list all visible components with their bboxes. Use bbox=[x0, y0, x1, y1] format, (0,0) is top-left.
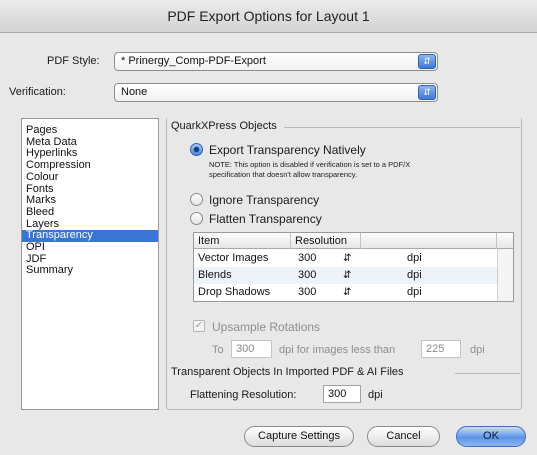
cancel-button[interactable]: Cancel bbox=[367, 426, 440, 447]
sidebar-item-colour[interactable]: Colour bbox=[22, 171, 158, 184]
row-stepper-icon[interactable]: ⇵ bbox=[343, 267, 351, 284]
imported-objects-title: Transparent Objects In Imported PDF & AI… bbox=[171, 366, 404, 378]
upsample-checkbox[interactable]: ✓ bbox=[193, 320, 205, 332]
export-native-radio[interactable] bbox=[190, 143, 203, 156]
flatten-transparency-label[interactable]: Flatten Transparency bbox=[209, 212, 322, 226]
table-row[interactable]: Vector Images 300 ⇵ dpi bbox=[194, 250, 497, 267]
sidebar-item-pages[interactable]: Pages bbox=[22, 124, 158, 137]
row-item: Drop Shadows bbox=[198, 286, 271, 298]
row-unit: dpi bbox=[407, 252, 422, 264]
select-stepper-icon: ⇵ bbox=[418, 54, 436, 69]
upsample-to-input[interactable]: 300 bbox=[231, 340, 272, 358]
table-row[interactable]: Drop Shadows 300 ⇵ dpi bbox=[194, 284, 497, 301]
verification-select[interactable]: None ⇵ bbox=[114, 83, 438, 102]
ignore-transparency-radio[interactable] bbox=[190, 193, 203, 206]
row-value[interactable]: 300 bbox=[298, 284, 316, 301]
sidebar-item-opi[interactable]: OPI bbox=[22, 241, 158, 254]
row-stepper-icon[interactable]: ⇵ bbox=[343, 250, 351, 267]
upsample-mid-label: dpi for images less than bbox=[279, 344, 396, 356]
pdf-style-label: PDF Style: bbox=[47, 55, 100, 67]
resolution-table: Item Resolution Vector Images 300 ⇵ dpi … bbox=[193, 232, 514, 302]
ok-button[interactable]: OK bbox=[456, 426, 526, 447]
pdf-style-value: * Prinergy_Comp-PDF-Export bbox=[121, 55, 266, 67]
row-unit: dpi bbox=[407, 269, 422, 281]
row-item: Blends bbox=[198, 269, 232, 281]
row-item: Vector Images bbox=[198, 252, 269, 264]
upsample-unit-label: dpi bbox=[470, 344, 485, 356]
column-header-resolution[interactable]: Resolution bbox=[291, 233, 361, 249]
sidebar-item-bleed[interactable]: Bleed bbox=[22, 206, 158, 219]
row-stepper-icon[interactable]: ⇵ bbox=[343, 284, 351, 301]
row-value[interactable]: 300 bbox=[298, 267, 316, 284]
flatten-transparency-radio[interactable] bbox=[190, 212, 203, 225]
sidebar: Pages Meta Data Hyperlinks Compression C… bbox=[21, 118, 159, 410]
group-divider bbox=[455, 373, 520, 374]
verification-value: None bbox=[121, 86, 148, 98]
export-note-line2: specification that doesn't allow transpa… bbox=[209, 170, 358, 179]
column-header-item[interactable]: Item bbox=[194, 233, 291, 249]
flattening-unit-label: dpi bbox=[368, 389, 383, 401]
ignore-transparency-label[interactable]: Ignore Transparency bbox=[209, 193, 319, 207]
capture-settings-button[interactable]: Capture Settings bbox=[244, 426, 354, 447]
row-value[interactable]: 300 bbox=[298, 250, 316, 267]
table-row[interactable]: Blends 300 ⇵ dpi bbox=[194, 267, 497, 284]
export-native-label[interactable]: Export Transparency Natively bbox=[209, 143, 366, 157]
pdf-style-select[interactable]: * Prinergy_Comp-PDF-Export ⇵ bbox=[114, 52, 438, 71]
upsample-label[interactable]: Upsample Rotations bbox=[212, 320, 320, 334]
export-note-line1: NOTE: This option is disabled if verific… bbox=[209, 160, 411, 169]
upsample-threshold-input[interactable]: 225 bbox=[421, 340, 461, 358]
row-unit: dpi bbox=[407, 286, 422, 298]
upsample-to-label: To bbox=[212, 344, 224, 356]
quark-objects-title: QuarkXPress Objects bbox=[171, 120, 277, 132]
flattening-resolution-label: Flattening Resolution: bbox=[190, 389, 297, 401]
flattening-resolution-input[interactable]: 300 bbox=[323, 385, 361, 403]
table-scrollbar[interactable] bbox=[497, 249, 513, 301]
table-header: Item Resolution bbox=[194, 233, 513, 249]
column-header-unit bbox=[361, 233, 497, 249]
sidebar-item-summary[interactable]: Summary bbox=[22, 265, 158, 277]
select-stepper-icon: ⇵ bbox=[418, 85, 436, 100]
window-title: PDF Export Options for Layout 1 bbox=[0, 0, 537, 33]
group-divider bbox=[284, 127, 520, 128]
verification-label: Verification: bbox=[9, 86, 66, 98]
